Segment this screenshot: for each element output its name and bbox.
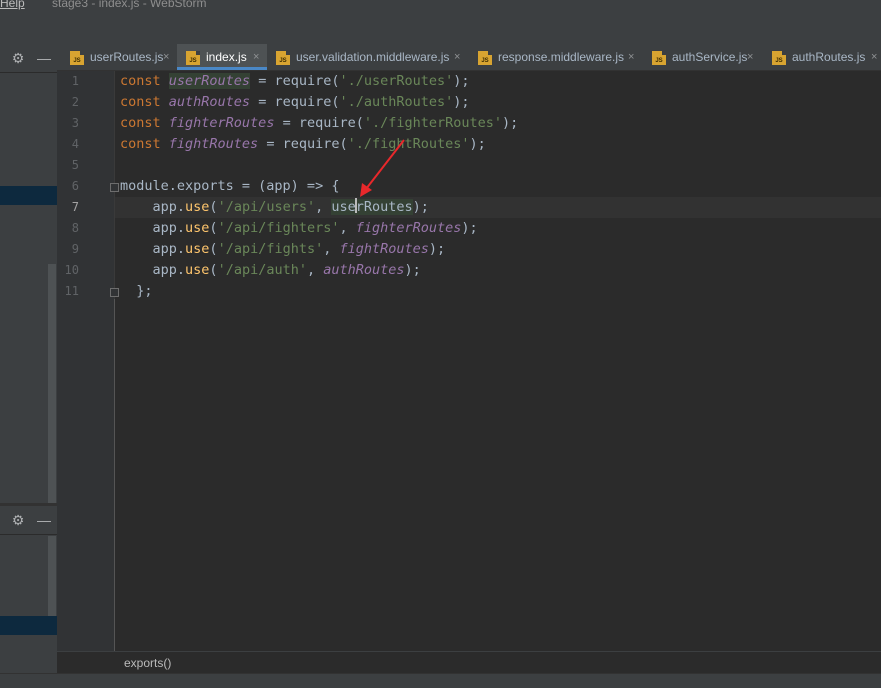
- status-bar: [0, 673, 881, 688]
- breadcrumb-item-exports[interactable]: exports(): [124, 652, 171, 674]
- annotation-arrow: [360, 139, 405, 197]
- breadcrumb: exports(): [57, 651, 881, 674]
